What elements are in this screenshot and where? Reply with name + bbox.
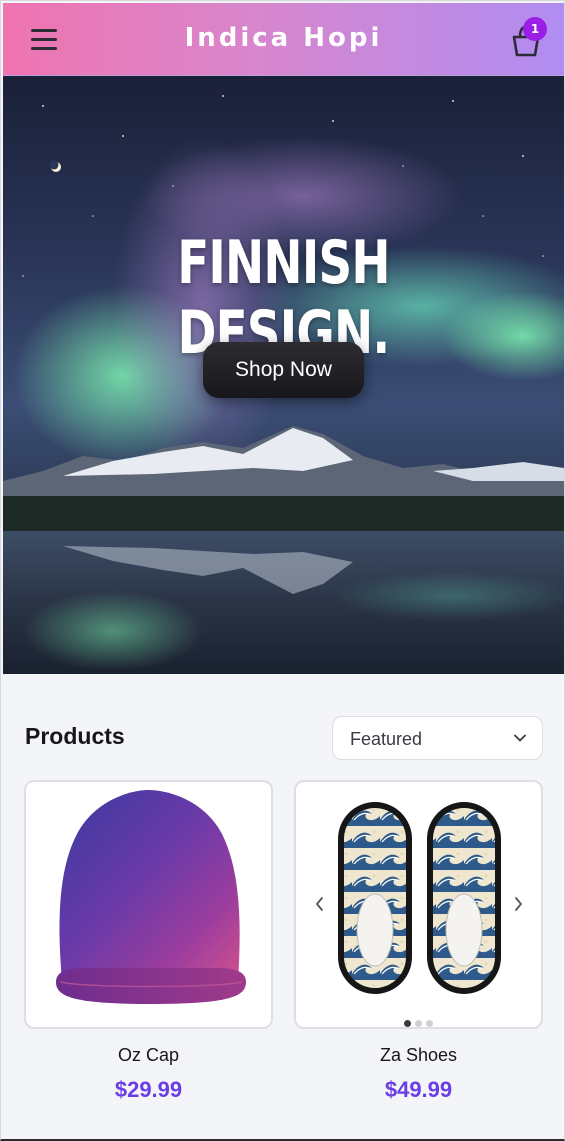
product-price: $29.99 (114, 1077, 183, 1102)
carousel-dot[interactable] (404, 1020, 411, 1027)
carousel-next-icon[interactable] (510, 894, 526, 914)
product-price: $49.99 (384, 1077, 453, 1102)
app-frame: Indica Hopi 1 FINNISH DESIGN. Shop Now P… (0, 0, 565, 1141)
chevron-down-icon (514, 734, 526, 742)
sort-select[interactable]: Featured (332, 716, 543, 760)
hero-banner: FINNISH DESIGN. Shop Now (3, 76, 564, 674)
product-image-shoes (338, 802, 501, 994)
cart-count-badge: 1 (523, 17, 547, 41)
product-card-oz-cap[interactable] (24, 780, 273, 1029)
carousel-dots (296, 1014, 541, 1027)
carousel-prev-icon[interactable] (312, 894, 328, 914)
product-name[interactable]: Za Shoes (294, 1045, 543, 1066)
shop-now-button[interactable]: Shop Now (203, 342, 364, 398)
carousel-dot[interactable] (415, 1020, 422, 1027)
site-header: Indica Hopi 1 (3, 3, 564, 76)
carousel-dot[interactable] (426, 1020, 433, 1027)
sort-selected-value: Featured (350, 729, 423, 749)
brand-logo[interactable]: Indica Hopi (3, 23, 564, 53)
product-name[interactable]: Oz Cap (24, 1045, 273, 1066)
product-image-cap (56, 790, 246, 1004)
product-card-za-shoes[interactable] (294, 780, 543, 1029)
products-heading: Products (25, 723, 125, 749)
